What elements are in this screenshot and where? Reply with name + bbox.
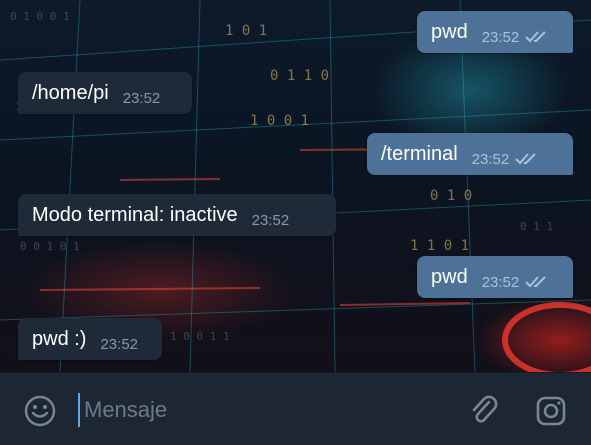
double-check-icon (515, 153, 536, 165)
message-meta: 23:52 (482, 29, 550, 46)
message-text: Modo terminal: inactive (32, 203, 238, 226)
message-bubble-outgoing[interactable]: pwd 23:52 (417, 256, 573, 298)
message-input[interactable] (80, 390, 454, 430)
message-bubble-outgoing[interactable]: pwd 23:52 (417, 11, 573, 53)
camera-icon (536, 396, 566, 426)
message-meta: 23:52 (123, 90, 161, 107)
message-meta: 23:52 (100, 336, 138, 353)
message-text: /terminal (381, 142, 458, 165)
message-time: 23:52 (122, 89, 161, 107)
message-text: pwd (431, 265, 468, 288)
smiley-icon (24, 395, 56, 427)
emoji-button[interactable] (22, 393, 58, 429)
text-caret (78, 393, 80, 427)
message-bubble-incoming[interactable]: pwd :) 23:52 (18, 318, 162, 360)
message-text: pwd (431, 20, 468, 43)
chat-messages: pwd 23:52 /home/pi 23:52 /terminal 23:52… (0, 0, 591, 372)
message-time: 23:52 (471, 150, 510, 168)
message-time: 23:52 (100, 335, 139, 353)
message-time: 23:52 (251, 211, 290, 229)
message-text: /home/pi (32, 81, 109, 104)
message-meta: 23:52 (472, 151, 540, 168)
attach-button[interactable] (466, 393, 502, 429)
paperclip-icon (472, 395, 498, 423)
message-meta: 23:52 (482, 274, 550, 291)
message-bubble-incoming[interactable]: Modo terminal: inactive 23:52 (18, 194, 336, 236)
message-bubble-outgoing[interactable]: /terminal 23:52 (367, 133, 573, 175)
message-time: 23:52 (481, 273, 520, 291)
double-check-icon (525, 276, 546, 288)
message-time: 23:52 (481, 28, 520, 46)
double-check-icon (525, 31, 546, 43)
message-meta: 23:52 (252, 212, 290, 229)
message-bubble-incoming[interactable]: /home/pi 23:52 (18, 72, 192, 114)
camera-button[interactable] (533, 393, 569, 429)
message-text: pwd :) (32, 327, 87, 350)
